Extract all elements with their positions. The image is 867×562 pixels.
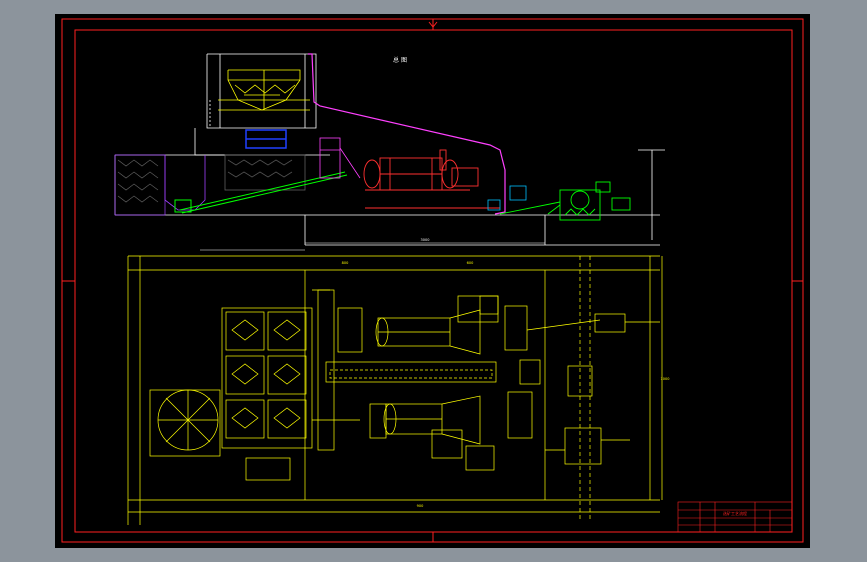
drawing-sheet (55, 14, 810, 548)
elevation-title: 总 图 (393, 56, 407, 64)
elevation-dim-label: 3000 (421, 238, 430, 242)
plan-dim-c: 900 (417, 504, 424, 508)
plan-dim-b: 600 (467, 261, 474, 265)
title-block-label: 选矿工艺流程 (723, 510, 747, 516)
cad-viewport[interactable]: 总 图 3000 800 600 900 1000 选矿工艺流程 (0, 0, 867, 562)
plan-dim-a: 800 (342, 261, 349, 265)
plan-dim-d: 1000 (661, 377, 670, 381)
